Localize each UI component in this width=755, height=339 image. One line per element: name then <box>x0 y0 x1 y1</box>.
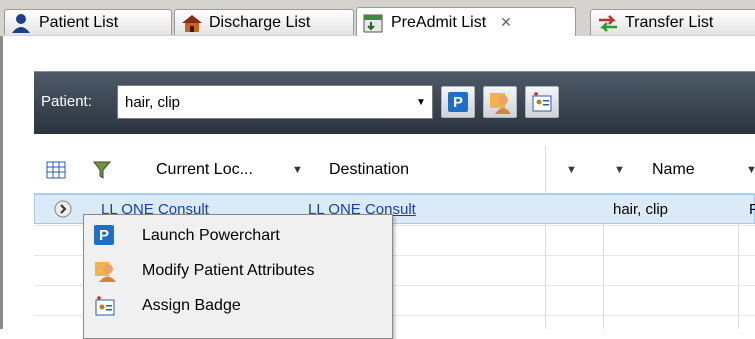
menu-item-label: Launch Powerchart <box>142 227 280 244</box>
row-expand-icon[interactable] <box>53 195 73 223</box>
menu-item-launch-powerchart[interactable]: P Launch Powerchart <box>84 219 392 253</box>
calendar-icon <box>363 13 385 33</box>
assign-badge-button[interactable] <box>525 86 559 118</box>
transfer-arrows-icon <box>597 13 619 33</box>
column-divider <box>545 146 546 329</box>
panel-top-area <box>3 36 755 70</box>
grid-header: Current Loc... ▼ Destination ▼ ▼ Name ▼ <box>34 146 755 194</box>
menu-item-modify-patient-attributes[interactable]: Modify Patient Attributes <box>84 254 392 288</box>
close-icon[interactable]: ✕ <box>500 14 512 31</box>
sort-menu-icon[interactable]: ▼ <box>292 146 303 194</box>
patient-combobox-value[interactable]: hair, clip <box>118 94 410 111</box>
filter-icon[interactable] <box>92 146 114 194</box>
patient-label: Patient: <box>41 93 92 110</box>
person-icon <box>11 13 33 33</box>
context-menu: P Launch Powerchart Modify Patient Attri… <box>83 214 393 339</box>
sort-menu-icon[interactable]: ▼ <box>566 146 577 194</box>
tab-strip: Patient List Discharge List PreAdmit Lis… <box>0 0 755 37</box>
column-header-name[interactable]: Name <box>652 146 695 194</box>
modify-attributes-button[interactable] <box>483 86 517 118</box>
patient-combobox[interactable]: hair, clip ▼ <box>117 85 433 119</box>
tab-preadmit-list[interactable]: PreAdmit List ✕ <box>356 7 576 37</box>
powerchart-icon: P <box>94 225 116 247</box>
grid-menu-icon[interactable] <box>46 146 66 194</box>
tab-discharge-list[interactable]: Discharge List <box>174 9 354 35</box>
tab-label: Patient List <box>39 13 119 31</box>
badge-icon <box>532 92 552 112</box>
launch-powerchart-button[interactable]: P <box>441 86 475 118</box>
tab-label: PreAdmit List <box>391 13 487 31</box>
badge-icon <box>94 295 116 317</box>
tab-transfer-list[interactable]: Transfer List <box>590 9 755 35</box>
tab-label: Transfer List <box>625 13 714 31</box>
tab-patient-list[interactable]: Patient List <box>4 9 172 35</box>
column-header-current-location[interactable]: Current Loc... <box>156 146 253 194</box>
person-edit-icon <box>94 260 116 282</box>
panel-border <box>0 36 3 329</box>
menu-item-label: Assign Badge <box>142 297 241 314</box>
sort-menu-icon[interactable]: ▼ <box>746 146 755 194</box>
person-edit-icon <box>490 93 511 114</box>
house-icon <box>181 13 203 33</box>
patient-toolbar: Patient: hair, clip ▼ P <box>34 71 755 134</box>
menu-item-label: Modify Patient Attributes <box>142 262 315 279</box>
sort-menu-icon[interactable]: ▼ <box>614 146 625 194</box>
cell-name: hair, clip <box>613 200 669 218</box>
menu-item-assign-badge[interactable]: Assign Badge <box>84 289 392 323</box>
cell-extra: F <box>749 200 755 218</box>
column-header-destination[interactable]: Destination <box>329 146 409 194</box>
tab-label: Discharge List <box>209 13 311 31</box>
powerchart-icon: P <box>448 92 468 112</box>
chevron-down-icon[interactable]: ▼ <box>410 97 432 108</box>
